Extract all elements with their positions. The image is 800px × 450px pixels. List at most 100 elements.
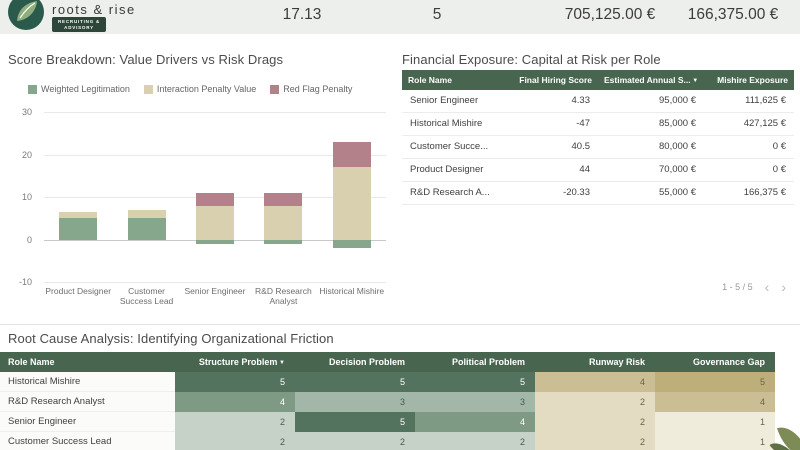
table-cell: 0 €	[772, 141, 786, 152]
column-header[interactable]: Decision Problem	[295, 352, 415, 372]
table-row[interactable]: Customer Succe... 40.5 80,000 € 0 €	[402, 136, 794, 159]
heatmap-cell[interactable]: 1	[655, 412, 775, 432]
heatmap-cell[interactable]: 2	[415, 432, 535, 450]
brand-badge-line2: ADVISORY	[64, 24, 94, 30]
cell-role-name: R&D Research A...	[410, 187, 490, 198]
table-cell: -20.33	[563, 187, 590, 198]
table-cell: -47	[576, 118, 590, 129]
cell-role-name: Customer Success Lead	[0, 432, 175, 450]
heatmap-cell[interactable]: 2	[535, 432, 655, 450]
brand-badge-line1: RECRUITING &	[58, 19, 101, 24]
bar-segment[interactable]	[332, 167, 371, 240]
header-bar: roots & rise RECRUITING & ADVISORY 17.13…	[0, 0, 800, 34]
heatmap-cell[interactable]: 4	[415, 412, 535, 432]
y-axis-label: 30	[21, 107, 32, 117]
heatmap-cell[interactable]: 2	[535, 412, 655, 432]
bar-segment[interactable]	[264, 192, 303, 206]
bar-segment[interactable]	[59, 211, 98, 219]
table-row[interactable]: Product Designer 44 70,000 € 0 €	[402, 159, 794, 182]
financial-table-title: Financial Exposure: Capital at Risk per …	[402, 52, 661, 67]
table-row[interactable]: R&D Research Analyst 4 3 3 2 4	[0, 392, 775, 412]
table-row[interactable]: Customer Success Lead 2 2 2 2 1	[0, 432, 775, 450]
cell-role-name: Senior Engineer	[410, 95, 479, 106]
heatmap-cell[interactable]: 5	[415, 372, 535, 392]
column-header[interactable]: Role Name	[402, 70, 508, 90]
heatmap-cell[interactable]: 4	[655, 392, 775, 412]
rootcause-table-title: Root Cause Analysis: Identifying Organiz…	[8, 331, 334, 346]
x-axis-label: Customer Success Lead	[119, 286, 174, 306]
legend-swatch-icon	[143, 84, 153, 94]
table-cell: 427,125 €	[743, 118, 786, 129]
table-cell: 80,000 €	[659, 141, 696, 152]
table-cell: 95,000 €	[659, 95, 696, 106]
bar-segment[interactable]	[264, 239, 303, 244]
sort-icon: ▼	[690, 78, 699, 84]
bar-segment[interactable]	[264, 205, 303, 240]
column-header[interactable]: Final Hiring Score	[508, 70, 598, 90]
bar-segment[interactable]	[196, 192, 234, 206]
x-axis: Product Designer Customer Success Lead Sen…	[44, 286, 386, 316]
column-header[interactable]: Estimated Annual S... ▼	[598, 70, 704, 90]
kpi-value: 166,375.00 €	[687, 6, 779, 23]
column-header[interactable]: Structure Problem ▼	[175, 352, 295, 372]
bar-segment[interactable]	[332, 239, 371, 248]
kpi-value: 705,125.00 €	[564, 6, 656, 23]
brand-name: roots & rise	[52, 2, 136, 17]
heatmap-cell[interactable]: 2	[535, 392, 655, 412]
heatmap-cell[interactable]: 5	[295, 372, 415, 392]
legend-label: Red Flag Penalty	[283, 84, 353, 94]
column-header[interactable]: Governance Gap	[655, 352, 775, 372]
table-header-row: Role Name Structure Problem ▼ Decision Pro…	[0, 352, 775, 372]
table-row[interactable]: Historical Mishire 5 5 5 4 5	[0, 372, 775, 392]
section-divider	[0, 324, 800, 325]
heatmap-cell[interactable]: 5	[175, 372, 295, 392]
column-header[interactable]: Role Name	[0, 352, 175, 372]
cell-role-name: Senior Engineer	[0, 412, 175, 432]
heatmap-cell[interactable]: 2	[295, 432, 415, 450]
legend-item[interactable]: Red Flag Penalty	[270, 84, 352, 94]
pagination-prev-icon[interactable]: ‹	[765, 280, 770, 294]
bar-segment[interactable]	[127, 218, 166, 240]
heatmap-cell[interactable]: 4	[535, 372, 655, 392]
heatmap-cell[interactable]: 2	[175, 432, 295, 450]
heatmap-cell[interactable]: 5	[655, 372, 775, 392]
legend-label: Interaction Penalty Value	[156, 84, 257, 94]
table-row[interactable]: R&D Research A... -20.33 55,000 € 166,375 €	[402, 182, 794, 205]
cell-role-name: Product Designer	[410, 164, 484, 175]
pagination-next-icon[interactable]: ›	[781, 280, 786, 294]
kpi-value: 5	[432, 6, 442, 23]
heatmap-cell[interactable]: 3	[295, 392, 415, 412]
legend-label: Weighted Legitimation	[41, 84, 130, 94]
heatmap-cell[interactable]: 4	[175, 392, 295, 412]
legend-item[interactable]: Weighted Legitimation	[28, 84, 130, 94]
heatmap-cell[interactable]: 3	[415, 392, 535, 412]
table-row[interactable]: Senior Engineer 2 5 4 2 1	[0, 412, 775, 432]
legend-item[interactable]: Interaction Penalty Value	[143, 84, 257, 94]
leaf-watermark-icon	[766, 416, 800, 450]
heatmap-cell[interactable]: 5	[295, 412, 415, 432]
y-axis-label: 10	[21, 192, 32, 202]
x-axis-label: Historical Mishire	[319, 286, 385, 296]
pagination: 1 - 5 / 5 ‹ ›	[722, 280, 786, 294]
table-cell: 111,625 €	[745, 95, 786, 106]
column-header[interactable]: Political Problem	[415, 352, 535, 372]
bar-segment[interactable]	[127, 209, 166, 219]
bar-segment[interactable]	[59, 218, 98, 240]
bar-segment[interactable]	[196, 205, 234, 240]
heatmap-cell[interactable]: 1	[655, 432, 775, 450]
gridline	[44, 112, 386, 113]
x-axis-label: Senior Engineer	[184, 286, 246, 296]
kpi-value: 17.13	[282, 6, 322, 23]
rootcause-table: Role Name Structure Problem ▼ Decision Pro…	[0, 352, 775, 450]
legend-swatch-icon	[270, 84, 280, 94]
heatmap-cell[interactable]: 2	[175, 412, 295, 432]
y-axis-label: -10	[18, 277, 32, 287]
table-cell: 70,000 €	[659, 164, 696, 175]
column-header[interactable]: Mishire Exposure	[704, 70, 794, 90]
column-header[interactable]: Runway Risk	[535, 352, 655, 372]
bar-segment[interactable]	[332, 141, 371, 168]
table-row[interactable]: Historical Mishire -47 85,000 € 427,125 €	[402, 113, 794, 136]
bar-segment[interactable]	[196, 239, 234, 244]
table-row[interactable]: Senior Engineer 4.33 95,000 € 111,625 €	[402, 90, 794, 113]
table-header-row: Role Name Final Hiring Score Estimated Ann…	[402, 70, 794, 90]
